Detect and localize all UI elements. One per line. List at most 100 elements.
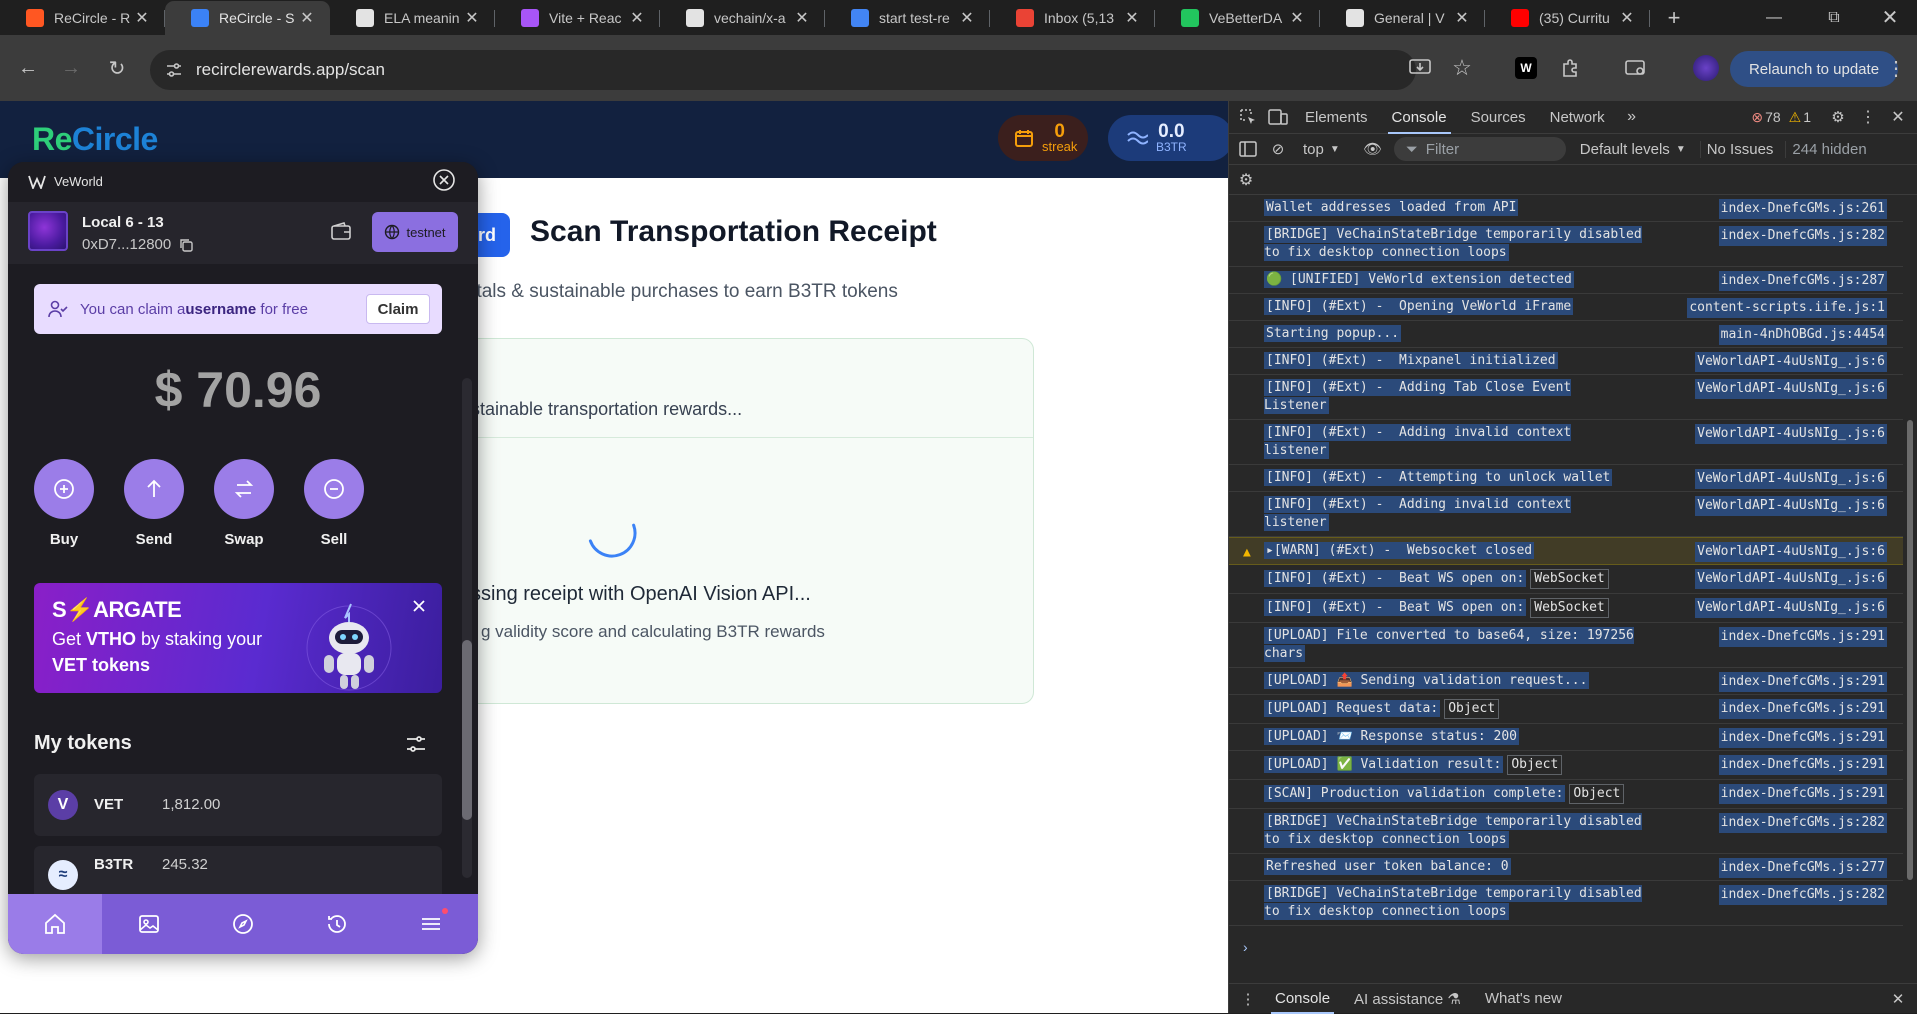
browser-tab[interactable]: Inbox (5,13 ✕ xyxy=(990,1,1155,35)
drawer-tab-console[interactable]: Console xyxy=(1263,984,1342,1014)
drawer-tab-whats-new[interactable]: What's new xyxy=(1473,984,1574,1014)
more-menu-icon[interactable]: ⋮ xyxy=(1880,52,1912,84)
log-source-link[interactable]: index-DnefcGMs.js:291 xyxy=(1718,627,1887,647)
devtools-settings-icon[interactable]: ⚙ xyxy=(1823,101,1853,134)
wallet-icon[interactable] xyxy=(329,220,355,246)
account-address[interactable]: 0xD7...12800 xyxy=(82,236,193,253)
console-log-row[interactable]: [UPLOAD] File converted to base64, size:… xyxy=(1229,623,1903,668)
log-source-link[interactable]: VeWorldAPI-4uUsNIg_.js:6 xyxy=(1695,469,1887,489)
log-source-link[interactable]: index-DnefcGMs.js:291 xyxy=(1718,784,1887,804)
browser-tab[interactable]: VeBetterDA ✕ xyxy=(1155,1,1320,35)
devtools-more-icon[interactable]: ⋮ xyxy=(1853,101,1883,134)
log-source-link[interactable]: VeWorldAPI-4uUsNIg_.js:6 xyxy=(1695,542,1887,562)
close-tab-icon[interactable]: ✕ xyxy=(1288,9,1306,27)
issue-counts[interactable]: ⊗ 78 ⚠ 1 xyxy=(1751,109,1811,126)
close-tab-icon[interactable]: ✕ xyxy=(463,9,481,27)
expandable-object[interactable]: WebSocket xyxy=(1530,569,1609,589)
tab-sources[interactable]: Sources xyxy=(1459,101,1538,134)
console-log-row[interactable]: [INFO] (#Ext) - Adding invalid context l… xyxy=(1229,492,1903,537)
console-log-row[interactable]: [INFO] (#Ext) - Attempting to unlock wal… xyxy=(1229,465,1903,492)
address-bar[interactable]: recirclerewards.app/scan xyxy=(150,50,1416,90)
browser-tab[interactable]: ReCircle - S ✕ xyxy=(165,0,330,35)
log-source-link[interactable]: VeWorldAPI-4uUsNIg_.js:6 xyxy=(1695,598,1887,618)
tab-elements[interactable]: Elements xyxy=(1293,101,1380,134)
console-prompt[interactable]: › xyxy=(1243,939,1248,955)
browser-tab[interactable]: (35) Curritu ✕ xyxy=(1485,1,1650,35)
tab-search-icon[interactable] xyxy=(1620,52,1652,84)
browser-tab[interactable]: ELA meanin ✕ xyxy=(330,1,495,35)
console-log-row[interactable]: [INFO] (#Ext) - Beat WS open on: WebSocke… xyxy=(1229,594,1903,623)
log-source-link[interactable]: index-DnefcGMs.js:287 xyxy=(1718,271,1887,291)
b3tr-balance-badge[interactable]: 0.0 B3TR xyxy=(1108,115,1228,161)
console-log-row[interactable]: [UPLOAD] ✅ Validation result: Object index… xyxy=(1229,751,1903,780)
forward-icon[interactable]: → xyxy=(55,52,87,84)
filter-sliders-icon[interactable] xyxy=(404,732,430,758)
compass-icon[interactable] xyxy=(196,894,290,954)
buy-button[interactable]: Buy xyxy=(32,459,96,548)
live-expression-eye-icon[interactable]: 👁 xyxy=(1358,133,1388,166)
console-log-row[interactable]: 🟢 [UNIFIED] VeWorld extension detected in… xyxy=(1229,267,1903,294)
veworld-extension-icon[interactable]: W xyxy=(1510,52,1542,84)
more-tabs-icon[interactable]: » xyxy=(1617,101,1647,134)
relaunch-button[interactable]: Relaunch to update xyxy=(1730,51,1898,87)
browser-tab[interactable]: vechain/x-a ✕ xyxy=(660,1,825,35)
restore-icon[interactable]: ⧉ xyxy=(1806,0,1862,35)
streak-badge[interactable]: 0 streak xyxy=(998,115,1088,161)
recircle-logo[interactable]: ReCircle xyxy=(32,121,158,158)
console-log-row[interactable]: [UPLOAD] 📤 Sending validation request...… xyxy=(1229,668,1903,695)
device-toolbar-icon[interactable] xyxy=(1263,101,1293,134)
popup-scrollbar[interactable] xyxy=(462,378,472,878)
close-tab-icon[interactable]: ✕ xyxy=(793,9,811,27)
console-log-row[interactable]: [INFO] (#Ext) - Opening VeWorld iFrame co… xyxy=(1229,294,1903,321)
console-filter-input[interactable]: ⏷ Filter xyxy=(1393,137,1566,161)
close-promo-icon[interactable] xyxy=(408,595,430,617)
clear-console-icon[interactable]: ⊘ xyxy=(1263,133,1293,166)
close-tab-icon[interactable]: ✕ xyxy=(133,9,151,27)
browser-tab[interactable]: ReCircle - R ✕ xyxy=(0,1,165,35)
console-log-row[interactable]: [INFO] (#Ext) - Adding invalid context l… xyxy=(1229,420,1903,465)
bookmark-star-icon[interactable]: ☆ xyxy=(1446,52,1478,84)
console-log-row[interactable]: [UPLOAD] 📨 Response status: 200 index-Dne… xyxy=(1229,724,1903,751)
log-levels-select[interactable]: Default levels ▼ xyxy=(1580,141,1686,158)
close-tab-icon[interactable]: ✕ xyxy=(1618,9,1636,27)
console-settings-icon[interactable]: ⚙ xyxy=(1231,165,1261,195)
console-log-row[interactable]: [SCAN] Production validation complete: Ob… xyxy=(1229,780,1903,809)
log-source-link[interactable]: VeWorldAPI-4uUsNIg_.js:6 xyxy=(1695,352,1887,372)
console-log-row[interactable]: [UPLOAD] Request data: Object index-DnefcG… xyxy=(1229,695,1903,724)
claim-button[interactable]: Claim xyxy=(366,294,430,324)
console-scrollbar[interactable] xyxy=(1907,205,1915,965)
drawer-tab-ai-assistance[interactable]: AI assistance ⚗ xyxy=(1342,984,1473,1014)
log-source-link[interactable]: content-scripts.iife.js:1 xyxy=(1687,298,1887,318)
console-warning-row[interactable]: ▲ ▸[WARN] (#Ext) - Websocket closed VeWorl… xyxy=(1229,537,1903,565)
log-source-link[interactable]: index-DnefcGMs.js:282 xyxy=(1718,813,1887,833)
close-tab-icon[interactable]: ✕ xyxy=(958,9,976,27)
log-source-link[interactable]: index-DnefcGMs.js:291 xyxy=(1718,672,1887,692)
context-select[interactable]: top ▼ xyxy=(1303,141,1340,158)
log-source-link[interactable]: index-DnefcGMs.js:291 xyxy=(1718,699,1887,719)
log-source-link[interactable]: index-DnefcGMs.js:282 xyxy=(1718,885,1887,905)
sidebar-toggle-icon[interactable] xyxy=(1233,133,1263,166)
sell-button[interactable]: Sell xyxy=(302,459,366,548)
log-source-link[interactable]: VeWorldAPI-4uUsNIg_.js:6 xyxy=(1695,379,1887,399)
log-source-link[interactable]: index-DnefcGMs.js:282 xyxy=(1718,226,1887,246)
close-drawer-icon[interactable]: ✕ xyxy=(1883,984,1913,1014)
close-devtools-icon[interactable]: ✕ xyxy=(1883,101,1913,134)
browser-tab[interactable]: start test-re ✕ xyxy=(825,1,990,35)
expandable-object[interactable]: Object xyxy=(1569,784,1625,804)
console-log-row[interactable]: [INFO] (#Ext) - Beat WS open on: WebSocke… xyxy=(1229,565,1903,594)
console-log-row[interactable]: [BRIDGE] VeChainStateBridge temporarily … xyxy=(1229,222,1903,267)
profile-avatar[interactable] xyxy=(1690,52,1722,84)
expandable-object[interactable]: Object xyxy=(1507,755,1563,775)
install-app-icon[interactable] xyxy=(1404,52,1436,84)
tab-network[interactable]: Network xyxy=(1538,101,1617,134)
history-icon[interactable] xyxy=(290,894,384,954)
close-window-icon[interactable]: ✕ xyxy=(1862,0,1917,35)
drawer-more-icon[interactable]: ⋮ xyxy=(1233,984,1263,1014)
console-log-list[interactable]: Wallet addresses loaded from API index-Dn… xyxy=(1229,195,1903,939)
close-tab-icon[interactable]: ✕ xyxy=(1453,9,1471,27)
network-badge[interactable]: testnet xyxy=(372,212,458,252)
new-tab-icon[interactable]: + xyxy=(1656,1,1692,35)
log-source-link[interactable]: VeWorldAPI-4uUsNIg_.js:6 xyxy=(1695,496,1887,516)
home-icon[interactable] xyxy=(8,894,102,954)
issues-button[interactable]: No Issues xyxy=(1699,140,1773,158)
